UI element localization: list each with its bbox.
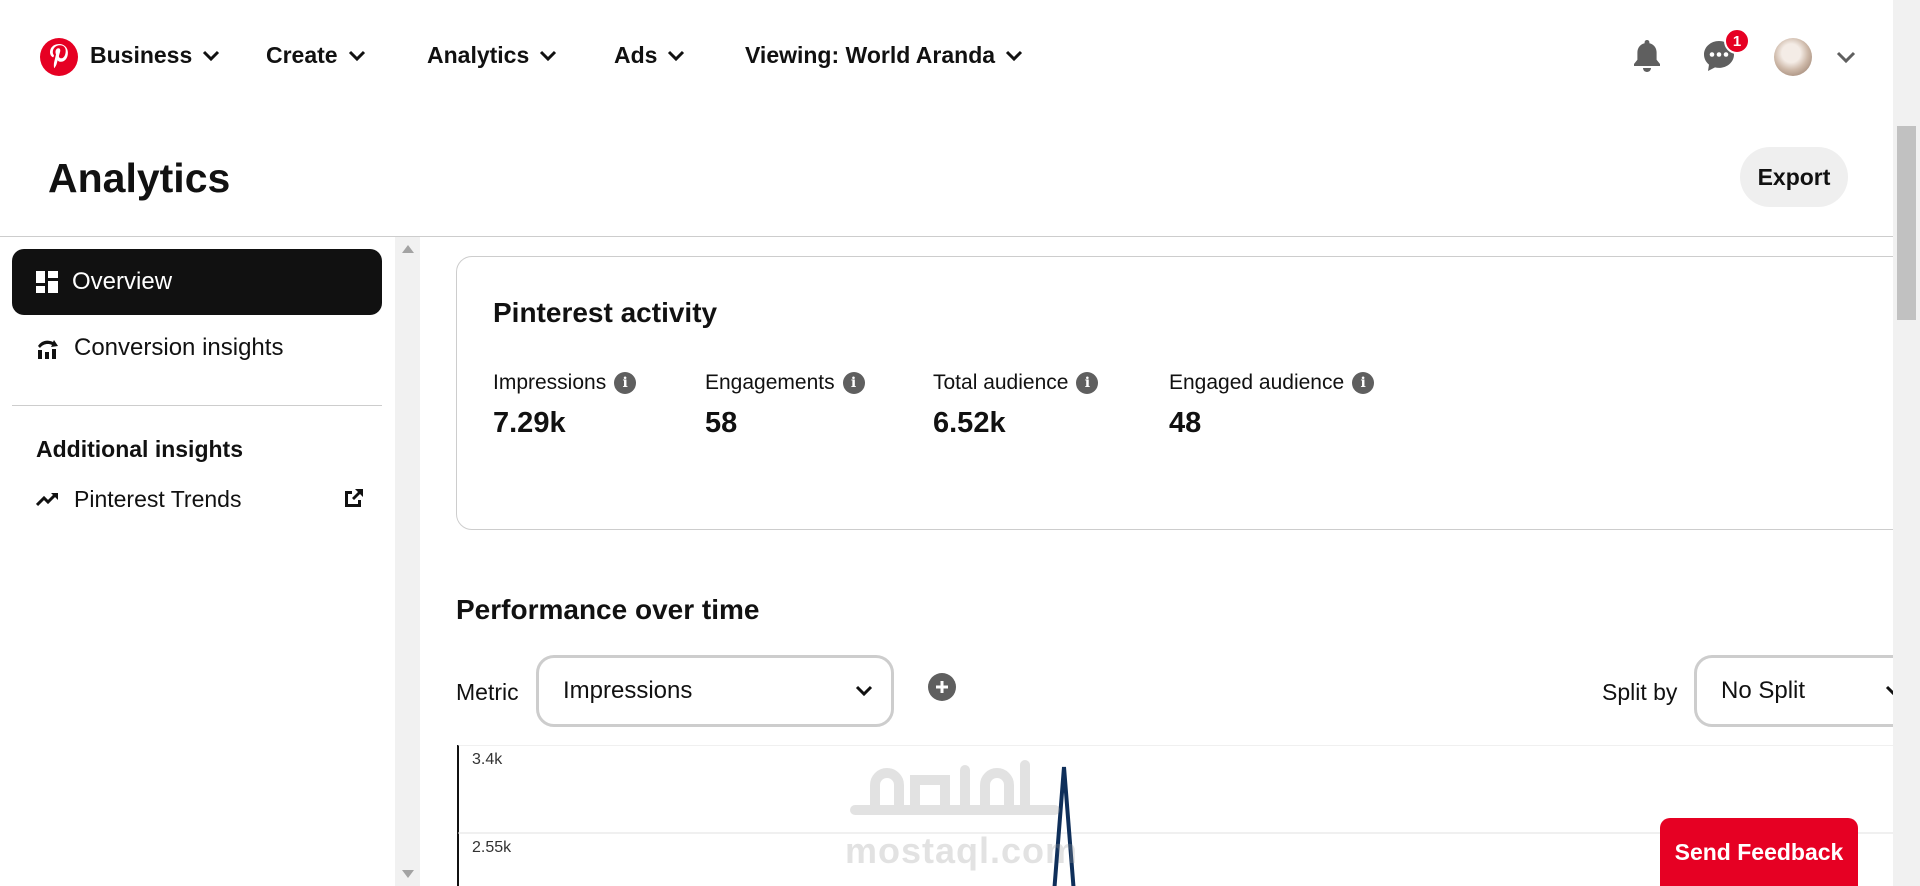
chart-y-tick-label: 2.55k [472, 839, 512, 856]
scrollbar-thumb[interactable] [1897, 126, 1916, 320]
nav-analytics-menu[interactable]: Analytics [427, 42, 557, 69]
split-by-label: Split by [1602, 679, 1678, 705]
info-icon[interactable]: i [842, 372, 865, 394]
chart-y-tick-label: 3.4k [472, 751, 503, 768]
stat-impressions: Impressions i 7.29k [493, 371, 637, 440]
sidebar-item-label: Pinterest Trends [74, 485, 242, 512]
sidebar-item-label: Overview [72, 268, 173, 295]
send-feedback-button[interactable]: Send Feedback [1660, 818, 1858, 886]
nav-create-label: Create [266, 42, 338, 68]
stat-label: Impressions [493, 371, 607, 394]
profile-avatar[interactable] [1774, 38, 1812, 76]
conversion-icon [38, 340, 58, 359]
main-content: Pinterest activity Impressions i 7.29k E… [420, 237, 1893, 886]
info-icon[interactable]: i [614, 372, 637, 394]
metric-dropdown[interactable]: Impressions [536, 655, 894, 727]
stat-value: 7.29k [493, 407, 566, 439]
dashboard-icon [36, 271, 58, 293]
sidebar-item-overview[interactable]: Overview [12, 249, 382, 315]
chart-series-line [1052, 766, 1076, 886]
chevron-down-icon [540, 50, 557, 61]
stat-value: 58 [705, 407, 738, 439]
notifications-bell-icon[interactable] [1627, 36, 1667, 76]
nav-viewing-label: Viewing: World Aranda [745, 42, 996, 68]
chevron-down-icon [668, 50, 685, 61]
sidebar-divider [12, 405, 382, 406]
activity-card-title: Pinterest activity [493, 297, 718, 328]
trending-up-icon [36, 492, 58, 507]
chevron-down-icon [855, 685, 873, 697]
stat-value: 6.52k [933, 407, 1006, 439]
nav-ads-menu[interactable]: Ads [614, 42, 685, 69]
metric-selected-value: Impressions [563, 677, 693, 704]
external-link-icon [345, 489, 363, 507]
metric-label: Metric [456, 679, 519, 705]
scroll-up-arrow-icon[interactable] [402, 245, 414, 253]
page-title: Analytics [48, 155, 231, 201]
info-icon[interactable]: i [1352, 372, 1375, 394]
stat-label: Total audience [933, 371, 1069, 394]
nav-viewing-account-menu[interactable]: Viewing: World Aranda [745, 42, 1023, 69]
chevron-down-icon [1005, 50, 1023, 61]
stat-engagements: Engagements i 58 [705, 371, 865, 440]
nav-ads-label: Ads [614, 42, 658, 68]
nav-create-menu[interactable]: Create [266, 42, 366, 69]
stat-engaged-audience: Engaged audience i 48 [1169, 371, 1375, 440]
split-by-dropdown[interactable]: No Split [1694, 655, 1893, 727]
sidebar-scrollbar[interactable] [395, 237, 420, 886]
nav-business-label: Business [90, 42, 193, 68]
top-nav: Business Create Analytics Ads Viewing: W… [0, 0, 1893, 118]
nav-analytics-label: Analytics [427, 42, 530, 68]
account-chevron-down-icon[interactable] [1836, 50, 1856, 64]
chevron-down-icon [348, 50, 365, 61]
add-metric-plus-icon[interactable] [928, 673, 956, 701]
stat-label: Engagements [705, 371, 835, 394]
messages-count-badge: 1 [1724, 28, 1750, 54]
pinterest-activity-card: Pinterest activity Impressions i 7.29k E… [456, 256, 1893, 530]
sidebar-item-conversion-insights[interactable]: Conversion insights [12, 315, 382, 381]
analytics-sidebar: Overview Conversion insights Additional … [0, 237, 395, 886]
sidebar-item-pinterest-trends[interactable]: Pinterest Trends [36, 469, 366, 529]
stat-total-audience: Total audience i 6.52k [933, 371, 1099, 440]
performance-title: Performance over time [456, 594, 760, 625]
sidebar-item-label: Conversion insights [74, 334, 284, 361]
page-scrollbar[interactable] [1893, 0, 1920, 886]
export-button[interactable]: Export [1740, 147, 1848, 207]
stat-label: Engaged audience [1169, 371, 1345, 394]
stat-value: 48 [1169, 407, 1202, 439]
additional-insights-heading: Additional insights [36, 436, 243, 462]
info-icon[interactable]: i [1076, 372, 1099, 394]
pinterest-logo-icon[interactable] [40, 38, 78, 76]
chevron-down-icon [203, 50, 220, 61]
chevron-down-icon [1885, 685, 1893, 696]
scroll-down-arrow-icon[interactable] [402, 870, 414, 878]
nav-business-menu[interactable]: Business [90, 42, 220, 69]
split-selected-value: No Split [1721, 677, 1806, 704]
